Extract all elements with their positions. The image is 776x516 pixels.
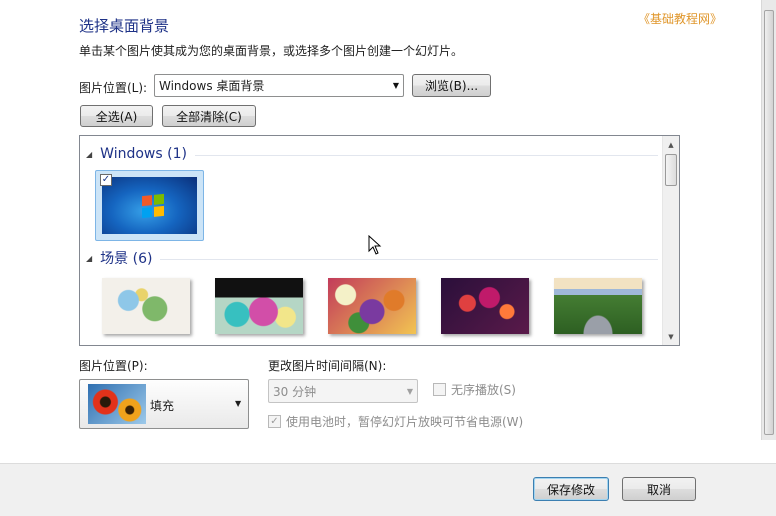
battery-label: 使用电池时，暂停幻灯片放映可节省电源(W) <box>286 415 524 429</box>
position-dropdown[interactable]: 填充 ▼ <box>79 379 249 429</box>
page-subtitle: 单击某个图片使其成为您的桌面背景，或选择多个图片创建一个幻灯片。 <box>79 44 464 58</box>
position-value: 填充 <box>150 399 175 413</box>
group-title: Windows (1) <box>100 146 187 162</box>
window-scrollbar-thumb[interactable] <box>764 10 774 435</box>
cancel-button[interactable]: 取消 <box>622 477 696 501</box>
interval-dropdown[interactable]: 30 分钟 ▼ <box>268 379 418 403</box>
location-dropdown[interactable]: Windows 桌面背景 ▼ <box>154 74 404 97</box>
scroll-down-icon[interactable]: ▼ <box>663 328 679 345</box>
gallery-scrollbar[interactable]: ▲ ▼ <box>662 136 679 345</box>
dropdown-arrow-icon: ▼ <box>235 399 242 408</box>
interval-value: 30 分钟 <box>273 384 317 399</box>
wallpaper-checkbox[interactable]: ✓ <box>100 174 112 186</box>
clear-all-button[interactable]: 全部清除(C) <box>162 105 256 127</box>
group-divider <box>160 258 658 260</box>
fit-preview-image <box>88 384 146 424</box>
page-title: 选择桌面背景 <box>79 17 170 35</box>
scene-thumbnail-4[interactable] <box>441 278 529 334</box>
windows-logo-icon <box>142 193 164 219</box>
group-header-windows[interactable]: ◢ Windows (1) <box>86 146 658 162</box>
windows-wallpaper-thumbnail <box>102 177 197 234</box>
shuffle-label: 无序播放(S) <box>451 383 516 397</box>
collapse-icon[interactable]: ◢ <box>86 254 92 263</box>
save-button[interactable]: 保存修改 <box>533 477 609 501</box>
interval-label: 更改图片时间间隔(N): <box>268 359 387 373</box>
scene-thumbnail-5[interactable] <box>554 278 642 334</box>
battery-option[interactable]: ✓ 使用电池时，暂停幻灯片放映可节省电源(W) <box>268 413 523 430</box>
scroll-up-icon[interactable]: ▲ <box>663 136 679 153</box>
location-value: Windows 桌面背景 <box>159 79 265 93</box>
select-all-button[interactable]: 全选(A) <box>80 105 153 127</box>
location-label: 图片位置(L): <box>79 81 148 95</box>
scene-thumbnail-2[interactable] <box>215 278 303 334</box>
wallpaper-item-windows[interactable]: ✓ <box>95 170 204 241</box>
dropdown-arrow-icon: ▼ <box>406 386 413 396</box>
browse-button[interactable]: 浏览(B)... <box>412 74 491 97</box>
scene-thumbnail-1[interactable] <box>102 278 190 334</box>
group-title: 场景 (6) <box>100 251 153 267</box>
shuffle-option[interactable]: 无序播放(S) <box>433 381 516 398</box>
group-divider <box>194 154 658 156</box>
shuffle-checkbox[interactable] <box>433 383 446 396</box>
dropdown-arrow-icon: ▼ <box>392 81 399 90</box>
scrollbar-thumb[interactable] <box>665 154 677 186</box>
battery-checkbox[interactable]: ✓ <box>268 415 281 428</box>
watermark: 《基础教程网》 <box>638 12 723 26</box>
position-label: 图片位置(P): <box>79 359 148 373</box>
scene-thumbnail-3[interactable] <box>328 278 416 334</box>
mouse-cursor-icon <box>368 235 382 255</box>
collapse-icon[interactable]: ◢ <box>86 150 92 159</box>
window-scrollbar[interactable] <box>761 0 776 440</box>
